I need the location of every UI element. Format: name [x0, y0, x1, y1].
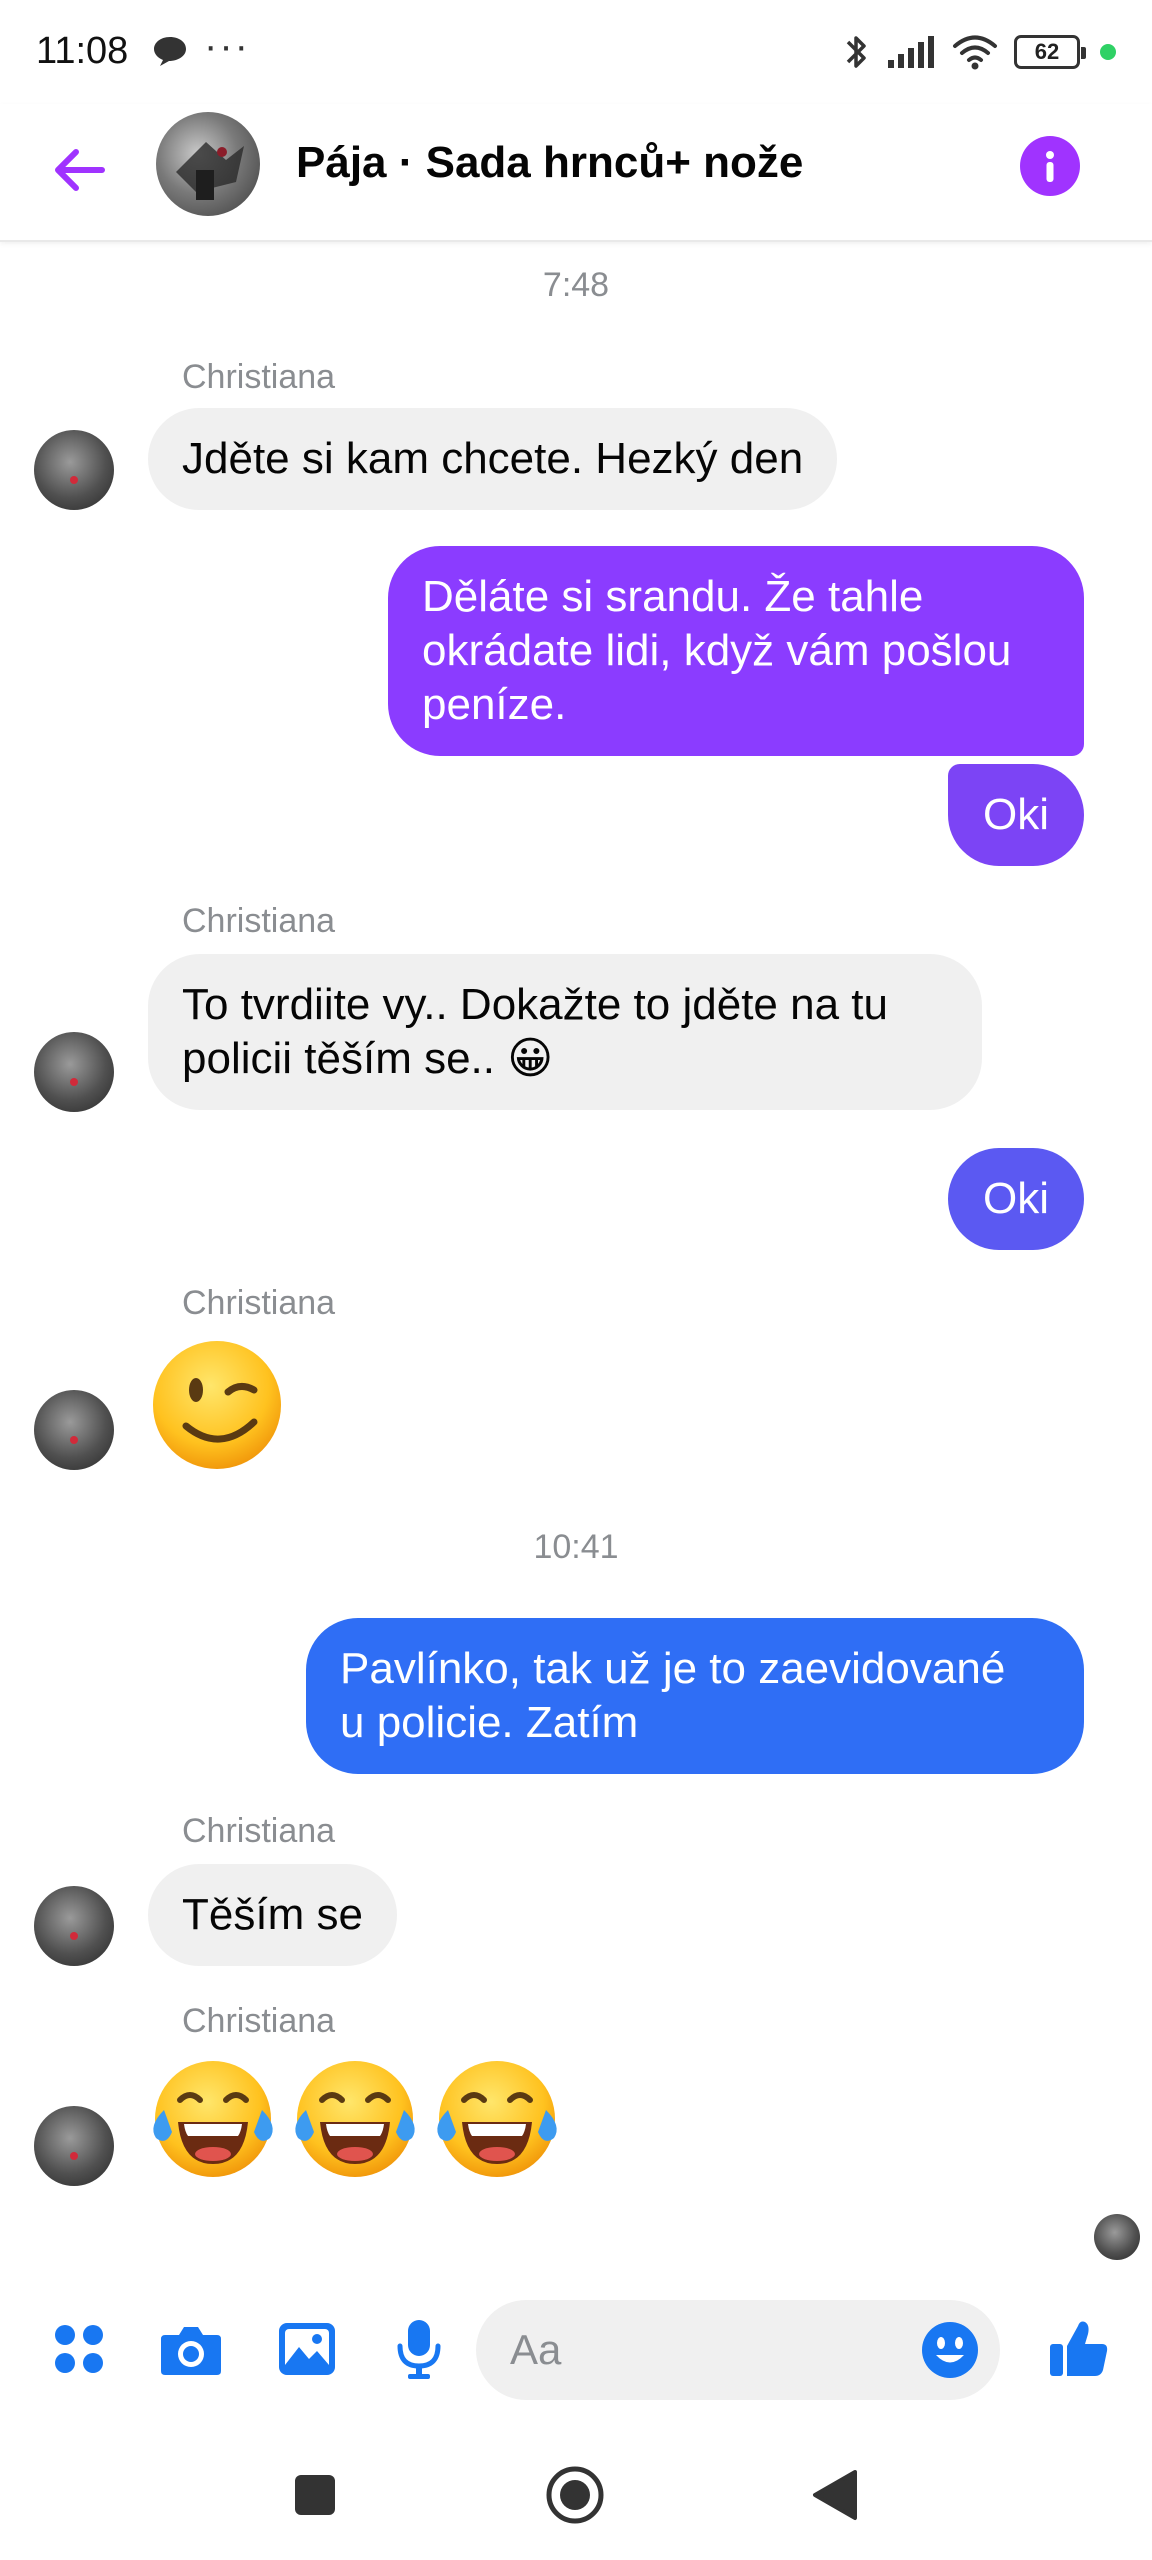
message-line: u policie. Zatím — [340, 1698, 639, 1747]
battery-indicator: 62 — [1014, 35, 1086, 69]
triangle-back-icon — [813, 2470, 857, 2520]
message-input-container[interactable] — [476, 2300, 1000, 2400]
like-button[interactable] — [1044, 2314, 1114, 2384]
menu-grid-icon — [55, 2325, 103, 2373]
message-line: Děláte si srandu. Že tahle — [422, 572, 924, 621]
gallery-button[interactable] — [272, 2314, 342, 2384]
sender-avatar[interactable] — [34, 1032, 114, 1112]
battery-level: 62 — [1034, 39, 1060, 64]
voice-button[interactable] — [384, 2314, 454, 2384]
status-time: 11:08 — [36, 30, 129, 72]
outgoing-message[interactable]: Děláte si srandu. Že tahle okrádate lidi… — [388, 546, 1084, 756]
thumbs-up-icon — [1050, 2321, 1108, 2376]
tears-of-joy-icon — [437, 2061, 557, 2177]
info-button[interactable] — [1020, 136, 1080, 196]
conversation-header: Pája · Sada hrnců+ nože — [0, 104, 1152, 242]
recent-apps-button[interactable] — [280, 2460, 350, 2530]
gallery-icon — [279, 2323, 335, 2375]
signal-icon — [888, 36, 934, 68]
emoji-message[interactable] — [150, 1338, 284, 1477]
sender-name: Christiana — [182, 358, 336, 396]
message-composer — [0, 2294, 1152, 2404]
menu-button[interactable] — [44, 2314, 114, 2384]
sender-avatar[interactable] — [34, 2106, 114, 2186]
outgoing-message[interactable]: Oki — [948, 764, 1084, 866]
message-timestamp: 10:41 — [533, 1528, 619, 1566]
status-more-dots: ··· — [204, 24, 250, 68]
message-thread[interactable]: 7:48 Christiana Jděte si kam chcete. Hez… — [0, 244, 1152, 2294]
message-line: Pavlínko, tak už je to zaevidované — [340, 1644, 1006, 1693]
tears-of-joy-icon — [295, 2061, 415, 2177]
home-circle-icon — [546, 2466, 604, 2524]
camera-icon — [161, 2327, 221, 2375]
bluetooth-icon — [846, 36, 866, 68]
info-icon — [1046, 151, 1054, 182]
tears-of-joy-icon — [153, 2061, 273, 2177]
message-input[interactable] — [510, 2300, 890, 2400]
microphone-icon — [397, 2320, 441, 2379]
status-bar: 11:08 ··· 62 — [0, 0, 1152, 104]
message-line: To tvrdiite vy.. Dokažte to jděte na tu — [182, 980, 888, 1029]
winking-face-icon — [153, 1341, 281, 1469]
sender-avatar[interactable] — [34, 1390, 114, 1470]
emoji-button[interactable] — [920, 2320, 980, 2380]
sender-name: Christiana — [182, 2002, 336, 2040]
outgoing-message[interactable]: Pavlínko, tak už je to zaevidované u pol… — [306, 1618, 1084, 1774]
sender-avatar[interactable] — [34, 430, 114, 510]
system-navigation-bar — [0, 2430, 1152, 2560]
emoji-message[interactable] — [146, 2052, 564, 2186]
home-button[interactable] — [540, 2460, 610, 2530]
sender-name: Christiana — [182, 1812, 336, 1850]
sender-avatar[interactable] — [34, 1886, 114, 1966]
conversation-title[interactable]: Pája · Sada hrnců+ nože — [296, 138, 803, 188]
back-button[interactable] — [44, 134, 116, 206]
message-line: okrádate lidi, když vám pošlou — [422, 626, 1012, 675]
message-notification-icon — [154, 37, 186, 66]
message-timestamp: 7:48 — [542, 266, 610, 304]
emoji-icon — [922, 2322, 978, 2378]
incoming-message[interactable]: Těším se — [148, 1864, 397, 1966]
message-line: policii těším se.. 😀 — [182, 1034, 554, 1083]
square-icon — [295, 2475, 335, 2515]
camera-button[interactable] — [156, 2314, 226, 2384]
back-arrow-icon — [55, 149, 105, 191]
avatar-photo-icon — [176, 142, 244, 200]
wifi-icon — [953, 35, 997, 70]
read-receipt-avatar — [1094, 2214, 1140, 2260]
outgoing-message[interactable]: Oki — [948, 1148, 1084, 1250]
conversation-avatar[interactable] — [156, 112, 260, 216]
sender-name: Christiana — [182, 1284, 336, 1322]
incoming-message[interactable]: To tvrdiite vy.. Dokažte to jděte na tu … — [148, 954, 982, 1110]
incoming-message[interactable]: Jděte si kam chcete. Hezký den — [148, 408, 838, 510]
privacy-indicator-dot — [1100, 44, 1116, 60]
back-nav-button[interactable] — [800, 2460, 870, 2530]
sender-name: Christiana — [182, 902, 336, 940]
message-line: peníze. — [422, 680, 567, 729]
